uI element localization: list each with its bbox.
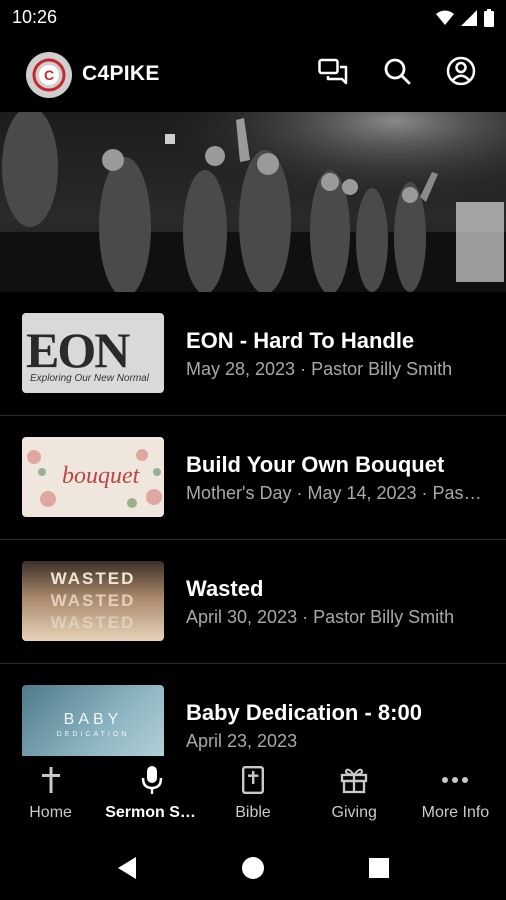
sermon-title: EON - Hard To Handle (186, 328, 415, 353)
back-triangle-icon (116, 856, 138, 885)
sermon-title: Wasted (186, 576, 264, 601)
microphone-icon (138, 766, 166, 794)
nav-item-bible[interactable]: Bible (202, 756, 303, 840)
sermon-subtitle: April 30, 2023 · Pastor Billy Smith (186, 607, 455, 627)
church-logo[interactable]: C (26, 52, 72, 98)
sermon-title: Build Your Own Bouquet (186, 452, 445, 477)
status-icons (436, 9, 494, 32)
thumbnail-title: BABY (63, 711, 123, 728)
sermon-list-item[interactable]: WASTED WASTED WASTED Wasted April 30, 20… (0, 540, 506, 664)
cross-icon (37, 766, 65, 794)
sermon-list-item[interactable]: bouquet Build Your Own Bouquet Mother's … (0, 416, 506, 540)
thumbnail-title-echo: WASTED (50, 613, 136, 632)
nav-item-sermon-series[interactable]: Sermon Series (101, 756, 202, 840)
signal-icon (461, 10, 477, 31)
sermon-subtitle: Mother's Day · May 14, 2023 · Pastor Bil… (186, 483, 486, 503)
thumbnail-title: WASTED (50, 569, 136, 588)
chat-button[interactable] (318, 58, 348, 88)
sermon-thumbnail: WASTED WASTED WASTED (22, 561, 164, 641)
chat-icon (318, 57, 348, 90)
account-circle-icon (446, 56, 476, 91)
status-bar: 10:26 (0, 0, 506, 36)
search-button[interactable] (382, 58, 412, 88)
account-button[interactable] (446, 56, 476, 91)
sermon-subtitle: May 28, 2023 · Pastor Billy Smith (186, 359, 453, 379)
sermon-thumbnail: EON Exploring Our New Normal (22, 313, 164, 393)
app-title: C4PIKE (82, 62, 160, 85)
thumbnail-subtitle: DEDICATION (56, 731, 130, 738)
system-navigation-bar (0, 840, 506, 900)
sermon-subtitle: April 23, 2023 (186, 731, 298, 751)
thumbnail-subtitle: Exploring Our New Normal (30, 373, 149, 384)
nav-item-giving[interactable]: Giving (304, 756, 405, 840)
thumbnail-title: EON (26, 322, 130, 378)
battery-icon (484, 9, 494, 32)
bottom-navigation: Home Sermon Series Bible Giving More Inf… (0, 756, 506, 840)
nav-item-home[interactable]: Home (0, 756, 101, 840)
thumbnail-title-echo: WASTED (50, 591, 136, 610)
recents-square-icon (368, 857, 390, 884)
gift-icon (340, 766, 368, 794)
nav-label: Giving (331, 804, 377, 821)
hero-banner-image (0, 112, 506, 292)
sermon-list-item[interactable]: BABY DEDICATION Baby Dedication - 8:00 A… (0, 664, 506, 756)
back-button[interactable] (112, 855, 142, 885)
search-icon (383, 57, 411, 90)
sermon-thumbnail: bouquet (22, 437, 164, 517)
nav-label: Sermon Series (105, 804, 202, 821)
home-button[interactable] (238, 855, 268, 885)
svg-text:C: C (44, 67, 54, 83)
nav-label: Home (29, 804, 72, 821)
nav-item-more-info[interactable]: More Info (405, 756, 506, 840)
nav-label: Bible (235, 804, 271, 821)
sermon-title: Baby Dedication - 8:00 (186, 700, 422, 725)
home-circle-icon (241, 856, 265, 885)
app-bar: C C4PIKE (0, 36, 506, 112)
recents-button[interactable] (364, 855, 394, 885)
bible-icon (239, 766, 267, 794)
sermon-list-item[interactable]: EON Exploring Our New Normal EON - Hard … (0, 292, 506, 416)
more-horizontal-icon (441, 766, 469, 794)
app-actions (318, 56, 476, 91)
nav-label: More Info (421, 804, 490, 821)
wifi-icon (436, 10, 454, 31)
status-time: 10:26 (12, 7, 58, 27)
thumbnail-title: bouquet (62, 463, 140, 489)
sermon-list: EON Exploring Our New Normal EON - Hard … (0, 292, 506, 756)
sermon-thumbnail: BABY DEDICATION (22, 685, 164, 756)
